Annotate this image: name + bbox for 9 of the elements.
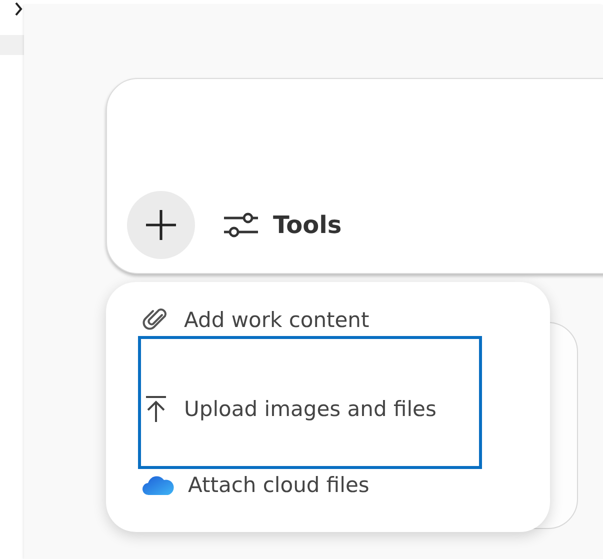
menu-item[interactable]: Attach cloud files (138, 470, 482, 500)
tools-button[interactable]: Tools (223, 191, 342, 259)
sliders-icon (223, 210, 259, 240)
menu-item[interactable]: Upload images and files (138, 336, 482, 469)
cloud-icon (142, 474, 174, 496)
chevron-icon[interactable] (14, 2, 24, 16)
menu-item[interactable]: Add work content (138, 305, 482, 335)
message-composer[interactable]: Tools (106, 78, 603, 274)
plus-icon (144, 208, 178, 242)
